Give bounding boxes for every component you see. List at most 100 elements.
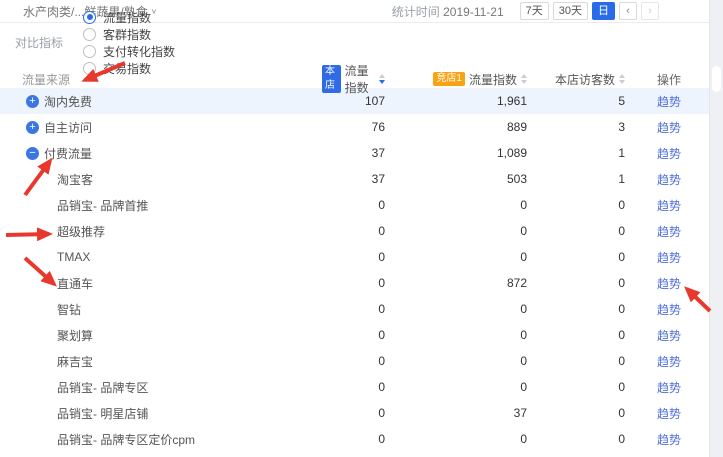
table-row: 品销宝- 品牌专区定价cpm 0 0 0 趋势 [0,426,723,452]
table-row: 直通车 0 872 0 趋势 [0,270,723,296]
sort-icon-competitor-index[interactable] [521,74,527,84]
competitor-index-value: 1,961 [390,94,530,108]
table-row: − 付费流量 37 1,089 1 趋势 [0,140,723,166]
own-index-value: 0 [322,354,390,368]
expand-toggle-icon[interactable]: + [26,121,39,134]
column-header-action: 操作 [628,71,710,88]
trend-link[interactable]: 趋势 [657,251,681,265]
radio-circle-icon[interactable] [83,45,96,58]
own-index-value: 0 [322,380,390,394]
table-row: 超级推荐 0 0 0 趋势 [0,218,723,244]
competitor-index-value: 0 [390,432,530,446]
range-button-1[interactable]: 30天 [553,2,588,20]
own-store-badge: 本店 [322,65,341,93]
compare-metric-label: 对比指标 [15,34,63,51]
trend-link[interactable]: 趋势 [657,121,681,135]
compare-metric-radio-1[interactable]: 客群指数 [83,26,175,43]
scrollbar-track[interactable] [709,0,723,457]
own-index-value: 37 [322,146,390,160]
prev-date-button[interactable]: ‹ [619,2,637,20]
own-index-value: 37 [322,172,390,186]
own-visitors-value: 0 [530,224,628,238]
trend-link[interactable]: 趋势 [657,355,681,369]
own-visitors-value: 0 [530,406,628,420]
traffic-source-label: 淘内免费 [44,93,92,110]
sort-icon-own-index[interactable] [379,74,385,84]
own-visitors-value: 0 [530,328,628,342]
trend-link[interactable]: 趋势 [657,95,681,109]
own-index-value: 76 [322,120,390,134]
own-visitors-value: 1 [530,146,628,160]
expand-toggle-icon[interactable]: + [26,95,39,108]
own-index-value: 0 [322,302,390,316]
expand-toggle-icon[interactable]: − [26,147,39,160]
own-index-value: 0 [322,250,390,264]
own-index-value: 0 [322,432,390,446]
own-visitors-label: 本店访客数 [555,71,615,88]
range-button-0[interactable]: 7天 [520,2,549,20]
next-date-button[interactable]: › [641,2,659,20]
traffic-source-label: TMAX [57,250,90,264]
own-visitors-value: 0 [530,354,628,368]
competitor-index-value: 889 [390,120,530,134]
trend-link[interactable]: 趋势 [657,147,681,161]
traffic-source-label: 超级推荐 [57,223,105,240]
traffic-source-table: 流量来源 本店 流量指数 竞店1 流量指数 本店访客数 操作 + 淘内免费 10… [0,62,723,452]
own-visitors-value: 0 [530,276,628,290]
competitor-index-value: 503 [390,172,530,186]
trend-link[interactable]: 趋势 [657,407,681,421]
competitor-index-value: 0 [390,224,530,238]
traffic-source-label: 自主访问 [44,119,92,136]
stat-date-value: 2019-11-21 [443,5,504,19]
compare-metric-radio-2[interactable]: 支付转化指数 [83,43,175,60]
traffic-source-label: 淘宝客 [57,171,93,188]
column-header-traffic-source: 流量来源 [0,71,322,88]
scrollbar-thumb[interactable] [712,66,721,92]
competitor-index-value: 0 [390,302,530,316]
competitor-index-value: 0 [390,198,530,212]
table-row: 品销宝- 明星店铺 0 37 0 趋势 [0,400,723,426]
traffic-source-label: 聚划算 [57,327,93,344]
competitor-index-value: 1,089 [390,146,530,160]
radio-label: 客群指数 [103,26,151,43]
table-row: + 自主访问 76 889 3 趋势 [0,114,723,140]
own-visitors-value: 0 [530,432,628,446]
competitor-index-value: 37 [390,406,530,420]
table-row: 智钻 0 0 0 趋势 [0,296,723,322]
date-controls: 统计时间 2019-11-21 7天30天日 ‹ › [392,2,659,20]
radio-circle-icon[interactable] [83,11,96,24]
competitor-badge: 竞店1 [433,72,465,86]
competitor-index-label: 流量指数 [469,71,517,88]
trend-link[interactable]: 趋势 [657,277,681,291]
trend-link[interactable]: 趋势 [657,329,681,343]
sort-icon-own-visitors[interactable] [619,74,625,84]
trend-link[interactable]: 趋势 [657,303,681,317]
table-row: 麻吉宝 0 0 0 趋势 [0,348,723,374]
traffic-source-label: 麻吉宝 [57,353,93,370]
trend-link[interactable]: 趋势 [657,381,681,395]
radio-circle-icon[interactable] [83,28,96,41]
radio-label: 支付转化指数 [103,43,175,60]
competitor-index-value: 0 [390,380,530,394]
compare-metric-row: 对比指标 流量指数客群指数支付转化指数交易指数 [0,23,723,62]
trend-link[interactable]: 趋势 [657,225,681,239]
trend-link[interactable]: 趋势 [657,433,681,447]
column-header-own-visitors: 本店访客数 [530,71,628,88]
table-row: 淘宝客 37 503 1 趋势 [0,166,723,192]
compare-metric-radio-0[interactable]: 流量指数 [83,9,175,26]
own-index-value: 0 [322,406,390,420]
traffic-source-label: 智钻 [57,301,81,318]
own-visitors-value: 5 [530,94,628,108]
traffic-source-compare-page: 水产肉类/...鲜蔬果/熟食 ∨ 统计时间 2019-11-21 7天30天日 … [0,0,723,457]
competitor-index-value: 0 [390,250,530,264]
trend-link[interactable]: 趋势 [657,199,681,213]
own-visitors-value: 3 [530,120,628,134]
range-button-2[interactable]: 日 [592,2,615,20]
table-row: 品销宝- 品牌首推 0 0 0 趋势 [0,192,723,218]
own-visitors-value: 1 [530,172,628,186]
own-visitors-value: 0 [530,198,628,212]
traffic-source-label: 品销宝- 品牌专区定价cpm [57,431,195,448]
trend-link[interactable]: 趋势 [657,173,681,187]
date-range-group: 7天30天日 [516,2,615,20]
competitor-index-value: 0 [390,328,530,342]
